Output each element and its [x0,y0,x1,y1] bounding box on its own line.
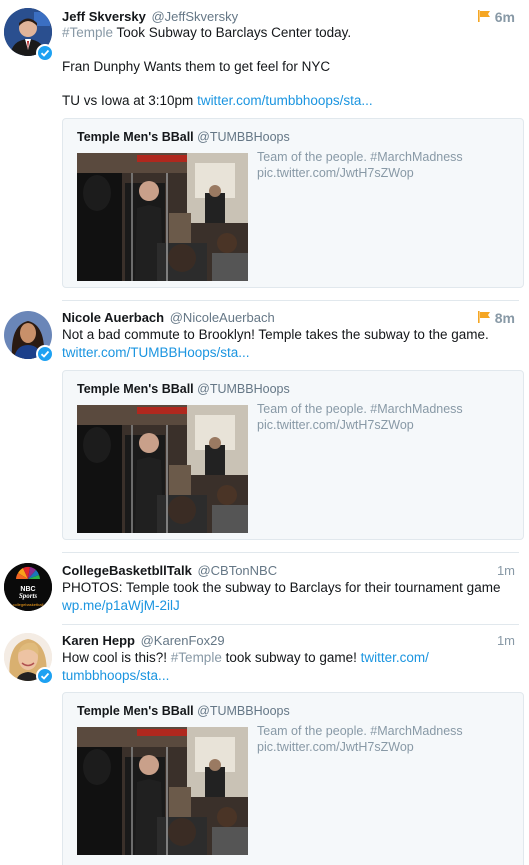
hashtag-link[interactable]: #Temple [62,25,113,40]
quote-author-name: Temple Men's BBall [77,382,194,396]
tweet-text: #Temple Took Subway to Barclays Center t… [62,24,515,110]
text-line: TU vs Iowa at 3:10pm [62,93,198,108]
author-name[interactable]: Jeff Skversky [62,9,146,24]
tweet-header: Nicole Auerbach @NicoleAuerbach 8m [62,309,515,327]
quote-text: Team of the people. #MarchMadness pic.tw… [257,402,463,432]
author-handle[interactable]: @JeffSkversky [151,9,238,24]
text-line: took subway to game! [221,650,361,665]
tweet-time[interactable]: 1m [497,562,515,580]
tweet-time[interactable]: 8m [495,309,515,327]
quote-text: Team of the people. #MarchMadness pic.tw… [257,150,463,180]
quoted-tweet[interactable]: Temple Men's BBall @TUMBBHoops Team of t… [62,118,524,288]
text-line: Fran Dunphy Wants them to get feel for N… [62,59,331,74]
url-link[interactable]: twitter.com/TUMBBHoops/sta... [62,344,515,362]
logo-text-bottom: collegebasketball [13,602,44,607]
quote-image[interactable] [77,405,248,533]
url-link[interactable]: wp.me/p1aWjM-2ilJ [62,597,515,615]
quoted-tweet[interactable]: Temple Men's BBall @TUMBBHoops Team of t… [62,370,524,540]
quote-author-handle: @TUMBBHoops [197,382,290,396]
text-line: Not a bad commute to Brooklyn! Temple ta… [62,327,489,342]
quote-header: Temple Men's BBall @TUMBBHoops [77,381,290,397]
subway-photo [77,727,248,855]
author-handle[interactable]: @CBTonNBC [197,563,277,578]
quoted-tweet[interactable]: Temple Men's BBall @TUMBBHoops Team of t… [62,692,524,865]
subway-photo [77,153,248,281]
quote-image[interactable] [77,153,248,281]
tweet-header: Karen Hepp @KarenFox29 1m [62,632,515,650]
tweet-header: CollegeBasketbllTalk @CBTonNBC 1m [62,562,515,580]
author-name[interactable]: Karen Hepp [62,633,135,648]
author-name[interactable]: Nicole Auerbach [62,310,164,325]
text-line: Took Subway to Barclays Center today. [113,25,352,40]
verified-badge-icon [36,667,54,685]
author-handle[interactable]: @KarenFox29 [141,633,225,648]
quote-author-handle: @TUMBBHoops [197,704,290,718]
flag-icon [478,10,490,22]
url-link[interactable]: twitter.com/tumbbhoops/sta... [197,93,373,108]
avatar[interactable]: NBC Sports collegebasketball [4,563,52,611]
url-link-continued[interactable]: tumbbhoops/sta... [62,667,515,685]
tweet-2[interactable]: Nicole Auerbach @NicoleAuerbach 8m Not a… [0,301,529,551]
text-line: PHOTOS: Temple took the subway to Barcla… [62,580,501,595]
quote-author-name: Temple Men's BBall [77,704,194,718]
tweet-text: How cool is this?! #Temple took subway t… [62,649,515,685]
tweet-text: PHOTOS: Temple took the subway to Barcla… [62,579,515,615]
subway-photo [77,405,248,533]
author-handle[interactable]: @NicoleAuerbach [170,310,275,325]
nbc-sports-logo: NBC Sports collegebasketball [4,563,52,611]
flag-icon [478,311,490,323]
quote-author-handle: @TUMBBHoops [197,130,290,144]
logo-text-mid: Sports [19,592,38,600]
author-name[interactable]: CollegeBasketbllTalk [62,563,192,578]
quote-header: Temple Men's BBall @TUMBBHoops [77,129,290,145]
quote-image[interactable] [77,727,248,855]
verified-badge-icon [36,44,54,62]
verified-badge-icon [36,345,54,363]
tweet-3[interactable]: NBC Sports collegebasketball CollegeBask… [0,553,529,623]
tweet-4[interactable]: Karen Hepp @KarenFox29 1m How cool is th… [0,625,529,865]
hashtag-link[interactable]: #Temple [171,650,222,665]
url-link[interactable]: twitter.com/ [361,650,429,665]
quote-text: Team of the people. #MarchMadness pic.tw… [257,724,463,754]
tweet-time[interactable]: 1m [497,632,515,650]
text-line: How cool is this?! [62,650,171,665]
tweet-1[interactable]: Jeff Skversky @JeffSkversky 6m #Temple T… [0,0,529,300]
quote-header: Temple Men's BBall @TUMBBHoops [77,703,290,719]
tweet-text: Not a bad commute to Brooklyn! Temple ta… [62,326,515,362]
quote-author-name: Temple Men's BBall [77,130,194,144]
